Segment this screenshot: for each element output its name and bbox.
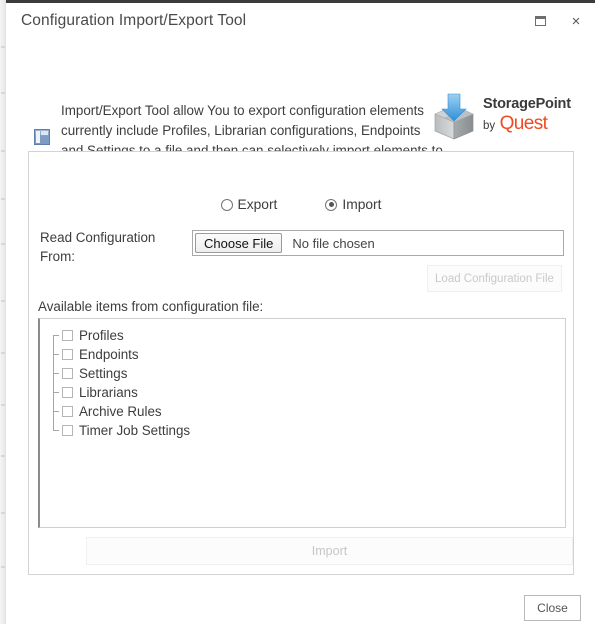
tree-item-checkbox[interactable] bbox=[62, 406, 73, 417]
main-content-panel: Export Import Read Configuration From: C… bbox=[28, 151, 574, 575]
logo-company-name: Quest bbox=[499, 113, 548, 134]
tree-item-label: Settings bbox=[79, 366, 128, 381]
mode-radio-group: Export Import bbox=[29, 197, 573, 212]
storagepoint-logo: StoragePoint by Quest bbox=[431, 90, 571, 142]
tree-item-checkbox[interactable] bbox=[62, 425, 73, 436]
dialog-title: Configuration Import/Export Tool bbox=[21, 12, 247, 29]
tree-item-label: Archive Rules bbox=[79, 404, 162, 419]
available-items-tree[interactable]: Profiles Endpoints Settings Librarians A… bbox=[38, 318, 566, 528]
choose-file-button[interactable]: Choose File bbox=[195, 233, 283, 253]
radio-import[interactable]: Import bbox=[325, 197, 381, 212]
tree-item-label: Endpoints bbox=[79, 347, 139, 362]
window-controls: × bbox=[531, 12, 585, 30]
list-item[interactable]: Librarians bbox=[40, 383, 565, 402]
tree-item-label: Timer Job Settings bbox=[79, 423, 191, 438]
tree-item-checkbox[interactable] bbox=[62, 330, 73, 341]
tree-item-label: Profiles bbox=[79, 328, 124, 343]
dialog-header: Import/Export Tool allow You to export c… bbox=[6, 43, 595, 178]
storagepoint-box-arrow-icon bbox=[434, 93, 474, 140]
tree-item-checkbox[interactable] bbox=[62, 387, 73, 398]
radio-export-label: Export bbox=[237, 197, 278, 212]
storagepoint-wordmark: StoragePoint by Quest bbox=[483, 96, 575, 136]
list-item[interactable]: Settings bbox=[40, 364, 565, 383]
dialog-titlebar: Configuration Import/Export Tool × bbox=[6, 3, 595, 43]
list-item[interactable]: Timer Job Settings bbox=[40, 421, 565, 440]
restore-window-icon[interactable] bbox=[531, 12, 549, 30]
radio-export[interactable]: Export bbox=[220, 197, 278, 212]
chosen-file-status: No file chosen bbox=[292, 235, 375, 251]
tree-item-label: Librarians bbox=[79, 385, 138, 400]
configuration-import-export-dialog: Configuration Import/Export Tool × Impor… bbox=[6, 0, 595, 624]
list-item[interactable]: Profiles bbox=[40, 326, 565, 345]
radio-export-indicator bbox=[220, 198, 233, 211]
tree-item-checkbox[interactable] bbox=[62, 368, 73, 379]
radio-import-label: Import bbox=[342, 197, 382, 212]
read-configuration-from-label: Read Configuration From: bbox=[40, 230, 156, 264]
close-window-icon[interactable]: × bbox=[567, 12, 585, 30]
configuration-info-icon bbox=[34, 129, 50, 145]
radio-import-indicator bbox=[325, 198, 338, 211]
list-item[interactable]: Archive Rules bbox=[40, 402, 565, 421]
load-configuration-file-button[interactable]: Load Configuration File bbox=[427, 265, 562, 292]
configuration-file-input[interactable]: Choose File No file chosen bbox=[192, 230, 564, 256]
import-button[interactable]: Import bbox=[86, 537, 573, 565]
tree-item-checkbox[interactable] bbox=[62, 349, 73, 360]
logo-by-label: by bbox=[483, 120, 496, 132]
logo-product-name: StoragePoint bbox=[483, 96, 571, 112]
available-items-label: Available items from configuration file: bbox=[38, 299, 264, 314]
list-item[interactable]: Endpoints bbox=[40, 345, 565, 364]
close-button[interactable]: Close bbox=[524, 595, 581, 621]
close-window-glyph: × bbox=[571, 12, 581, 30]
